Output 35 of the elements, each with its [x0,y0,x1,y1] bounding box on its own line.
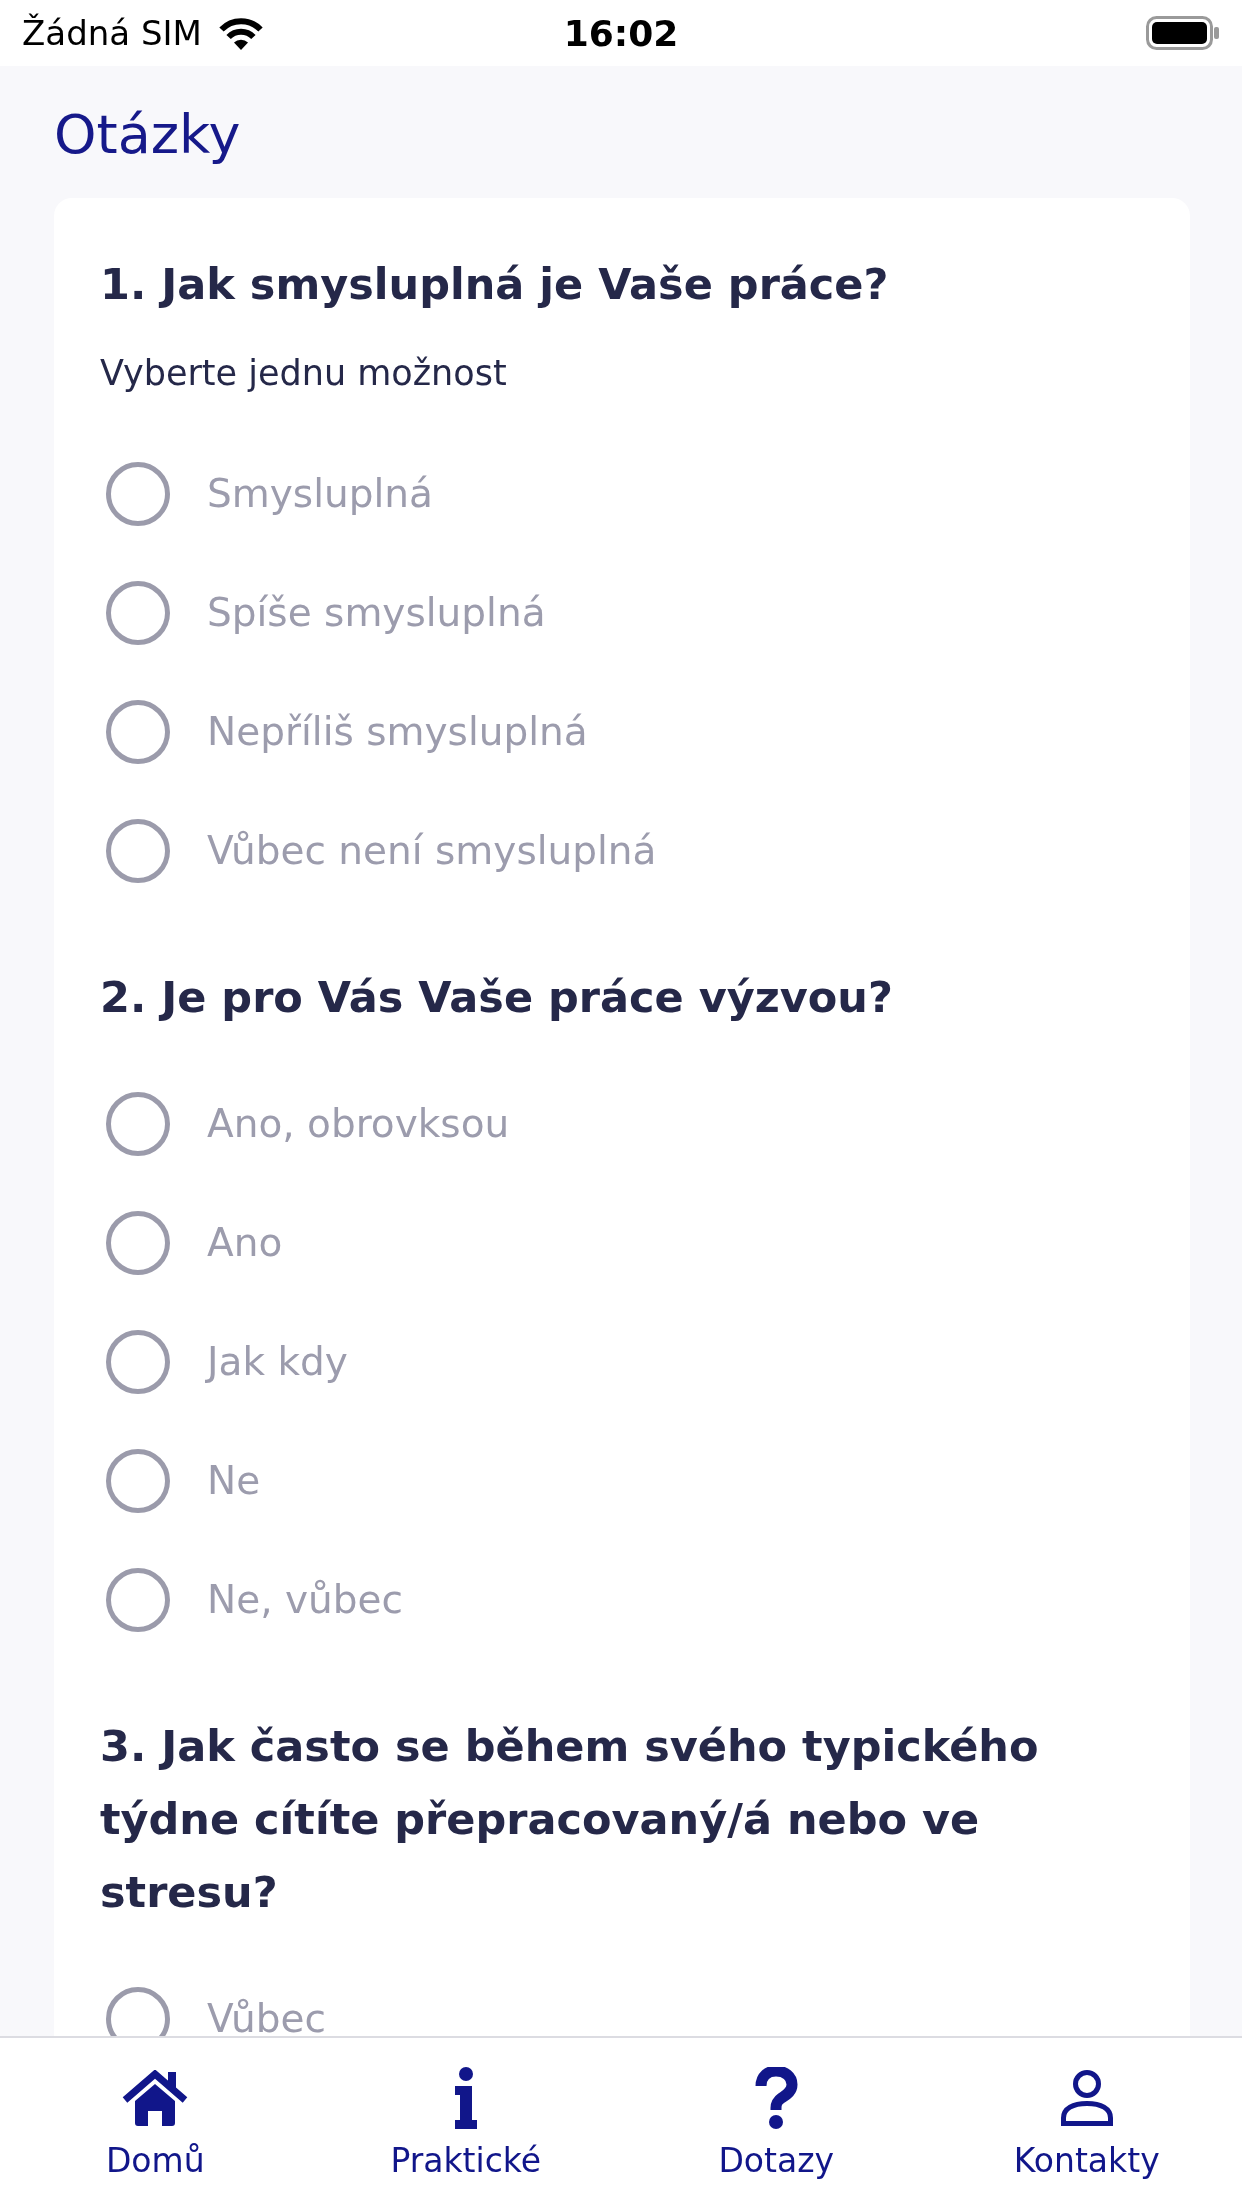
tab-button[interactable]: Praktické [390,2038,542,2181]
option-label: Spíše smysluplná [207,590,546,635]
radio-button[interactable] [106,1210,170,1275]
option-label: Ne [207,1458,261,1503]
tab-button[interactable]: Kontakty [1013,2038,1160,2181]
carrier-label: Žádná SIM [22,13,202,53]
option-label: Vůbec [207,1996,326,2036]
option-label: Smysluplná [207,471,433,516]
tab-button[interactable]: Dotazy [718,2038,835,2181]
question-title: 1. Jak smysluplná je Vaše práce? [100,258,889,311]
radio-button[interactable] [106,699,170,764]
option-label: Jak kdy [207,1339,348,1384]
option-label: Vůbec není smysluplná [207,828,657,873]
radio-button[interactable] [106,1091,170,1156]
radio-button[interactable] [106,1567,170,1632]
question-hint: Vyberte jednu možnost [100,352,507,395]
option-label: Ano, obrovksou [207,1101,510,1146]
option-label: Ne, vůbec [207,1577,403,1622]
info-icon [453,2067,478,2129]
question-title: 2. Je pro Vás Vaše práce výzvou? [100,971,893,1024]
home-icon [122,2070,189,2126]
option-label: Nepříliš smysluplná [207,709,588,754]
radio-button[interactable] [106,580,170,645]
tab-button[interactable]: Domů [105,2038,205,2181]
page-title: Otázky [54,103,241,167]
question-mark-icon [754,2067,799,2129]
radio-button[interactable] [106,461,170,526]
clock-time: 16:02 [563,12,679,54]
radio-button[interactable] [106,818,170,883]
question-title: 3. Jak často se během svého typického týdne cítíte přepracovaný/á nebo ve stresu? [100,1720,1040,1919]
radio-button[interactable] [106,1448,170,1513]
radio-button[interactable] [106,1329,170,1394]
battery-icon [1146,16,1220,50]
option-label: Ano [207,1220,283,1265]
person-icon [1059,2070,1114,2126]
